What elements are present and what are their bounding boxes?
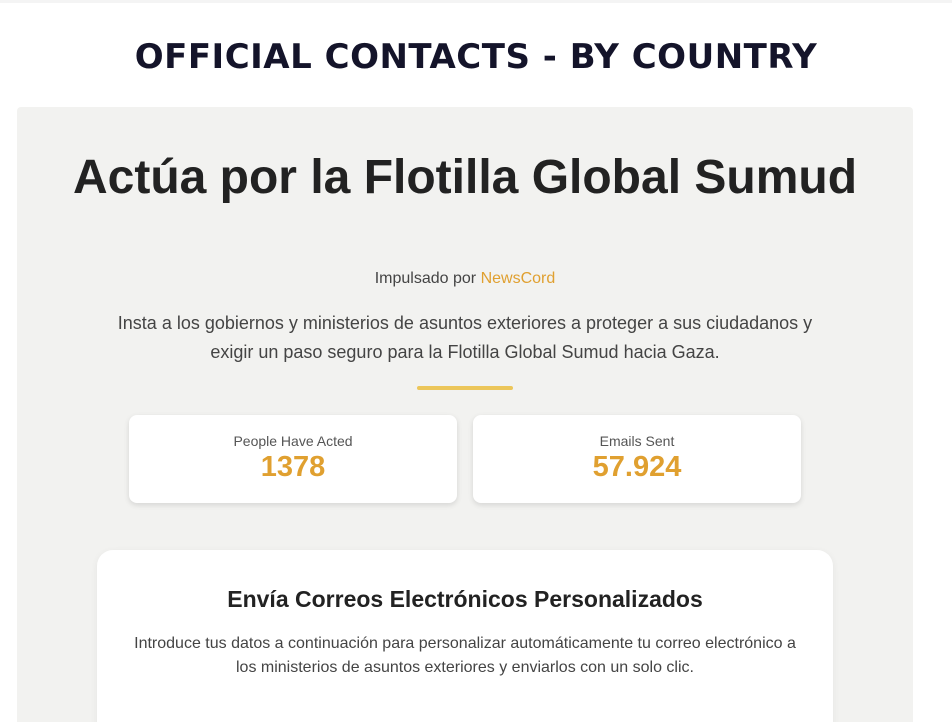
newscord-link[interactable]: NewsCord [481,270,556,287]
powered-by-prefix: Impulsado por [374,270,477,287]
stat-card-emails-sent: Emails Sent 57.924 [473,415,801,503]
stat-label: People Have Acted [233,433,353,449]
stat-value: 1378 [260,451,326,483]
hero-title: Actúa por la Flotilla Global Sumud [72,151,858,204]
stat-card-people-acted: People Have Acted 1378 [129,415,457,503]
hero-description: Insta a los gobiernos y ministerios de a… [117,313,813,362]
stat-label: Emails Sent [599,433,675,449]
top-border [0,0,952,3]
powered-by: Impulsado por NewsCord [17,270,913,288]
page: OFFICIAL CONTACTS - BY COUNTRY Actúa por… [0,0,952,722]
campaign-panel: Actúa por la Flotilla Global Sumud Impul… [17,107,913,722]
accent-divider [417,386,513,390]
page-title: OFFICIAL CONTACTS - BY COUNTRY [134,37,818,77]
email-form-card: Envía Correos Electrónicos Personalizado… [97,550,833,722]
email-form-title: Envía Correos Electrónicos Personalizado… [227,586,703,612]
stat-value: 57.924 [592,451,682,483]
email-form-description: Introduce tus datos a continuación para … [134,635,796,676]
